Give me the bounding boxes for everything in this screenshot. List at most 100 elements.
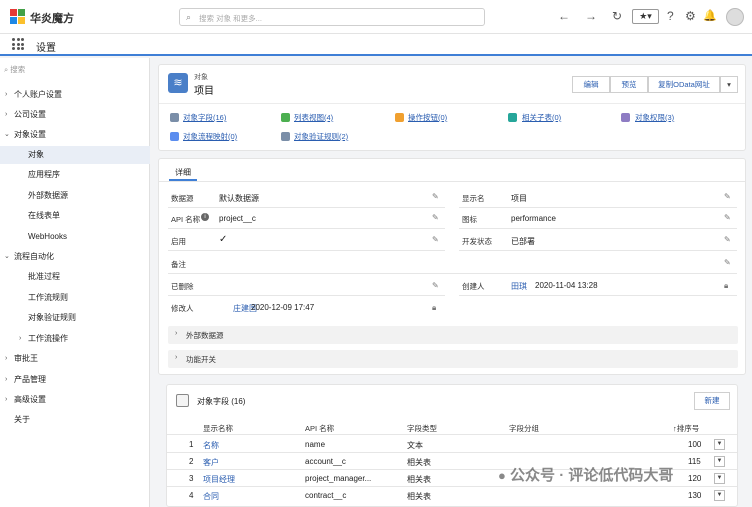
app-logo-icon[interactable] xyxy=(10,9,25,24)
field-label: 图标 xyxy=(462,215,477,224)
sidebar-item-automation[interactable]: ⌄ 流程自动化 xyxy=(0,248,150,266)
chevron-right-icon: › xyxy=(5,91,8,98)
row-actions-dropdown[interactable]: ▼ xyxy=(714,490,725,501)
section-feature-switch[interactable]: › 功能开关 xyxy=(168,350,738,368)
action-button-icon xyxy=(395,113,404,122)
section-external-ds[interactable]: › 外部数据源 xyxy=(168,326,738,344)
dev-status-value: 已部署 xyxy=(511,237,535,246)
field-label: 启用 xyxy=(171,237,186,246)
divider xyxy=(159,181,745,182)
lock-icon: 🔒︎ xyxy=(432,303,437,312)
sidebar-item-validation[interactable]: 对象验证规则 xyxy=(0,309,150,327)
search-placeholder: 搜索 对象 和更多... xyxy=(199,14,262,23)
sidebar-item-company[interactable]: › 公司设置 xyxy=(0,106,150,124)
pencil-icon[interactable]: ✎ xyxy=(724,235,731,244)
column-header[interactable]: 显示名称 xyxy=(203,423,233,434)
favorites-button[interactable]: ★▾ xyxy=(632,9,659,24)
chevron-down-icon: ⌄ xyxy=(4,253,10,260)
sidebar-item-about[interactable]: 关于 xyxy=(0,411,150,429)
created-time: 2020-11-04 13:28 xyxy=(535,281,598,290)
field-name-link[interactable]: 合同 xyxy=(203,491,219,502)
field-label: 已删除 xyxy=(171,282,194,291)
field-name-link[interactable]: 项目经理 xyxy=(203,474,235,485)
app-launcher-icon[interactable] xyxy=(12,38,24,50)
preview-button[interactable]: 预览 xyxy=(610,76,648,93)
forward-icon[interactable]: → xyxy=(585,10,597,22)
edit-button[interactable]: 编辑 xyxy=(572,76,610,93)
copy-odata-button[interactable]: 复制OData网址 xyxy=(648,76,720,93)
column-header[interactable]: 字段分组 xyxy=(509,423,539,434)
field-name-link[interactable]: 名称 xyxy=(203,440,219,451)
object-header-card: ≋ 对象 项目 编辑 预览 复制OData网址 ▾ 对象字段(16) 列表视图(… xyxy=(158,64,746,151)
field-label: API 名称 xyxy=(171,215,201,224)
divider xyxy=(168,295,445,296)
sidebar-item-advanced[interactable]: › 高级设置 xyxy=(0,391,150,409)
pencil-icon[interactable]: ✎ xyxy=(724,213,731,222)
link-object-permissions[interactable]: 对象权限(3) xyxy=(635,112,674,123)
sidebar-item-products[interactable]: › 产品管理 xyxy=(0,371,150,389)
field-label: 创建人 xyxy=(462,282,485,291)
sidebar-item-webhooks[interactable]: WebHooks xyxy=(0,228,150,246)
back-icon[interactable]: ← xyxy=(558,10,570,22)
tab-detail[interactable]: 详细 xyxy=(175,167,191,178)
creator-link[interactable]: 田琪 xyxy=(511,281,527,292)
sidebar-item-forms[interactable]: 在线表单 xyxy=(0,207,150,225)
pencil-icon[interactable]: ✎ xyxy=(724,192,731,201)
permission-icon xyxy=(621,113,630,122)
row-actions-dropdown[interactable]: ▼ xyxy=(714,439,725,450)
divider xyxy=(459,207,737,208)
sidebar-item-approval[interactable]: 批准过程 xyxy=(0,268,150,286)
link-action-buttons[interactable]: 操作按钮(0) xyxy=(408,112,447,123)
chevron-right-icon: › xyxy=(19,335,22,342)
bell-icon[interactable]: 🔔 xyxy=(703,10,717,22)
list-view-icon xyxy=(281,113,290,122)
divider xyxy=(459,228,737,229)
sidebar-item-external-ds[interactable]: 外部数据源 xyxy=(0,187,150,205)
avatar[interactable] xyxy=(726,8,744,26)
refresh-icon[interactable]: ↻ xyxy=(612,10,622,22)
modified-time: 2020-12-09 17:47 xyxy=(251,303,315,312)
sidebar-item-approver[interactable]: › 审批王 xyxy=(0,350,150,368)
setup-sidebar: ⌕ 搜索 › 个人账户设置 › 公司设置 ⌄ 对象设置 对象 应用程序 外部数据源 在… xyxy=(0,58,150,507)
sidebar-item-workflow-actions[interactable]: › 工作流操作 xyxy=(0,330,150,348)
link-object-fields[interactable]: 对象字段(16) xyxy=(183,112,226,123)
sidebar-item-objects[interactable]: 对象 xyxy=(0,146,150,164)
field-name-link[interactable]: 客户 xyxy=(203,457,219,468)
lock-icon: 🔒︎ xyxy=(724,281,729,290)
row-actions-dropdown[interactable]: ▼ xyxy=(714,473,725,484)
top-bar: 华炎魔方 ⌕ 搜索 对象 和更多... ← → ↻ ★▾ ? ⚙ 🔔 xyxy=(0,0,752,34)
column-header[interactable]: API 名称 xyxy=(305,423,334,434)
gear-icon[interactable]: ⚙ xyxy=(685,10,696,22)
watermark: ● 公众号 · 评论低代码大哥 xyxy=(498,467,674,484)
pencil-icon[interactable]: ✎ xyxy=(432,281,439,290)
link-related-tables[interactable]: 相关子表(0) xyxy=(522,112,561,123)
pencil-icon[interactable]: ✎ xyxy=(432,192,439,201)
field-label: 修改人 xyxy=(171,304,194,313)
sidebar-item-personal[interactable]: › 个人账户设置 xyxy=(0,86,150,104)
link-validation-rules[interactable]: 对象验证规则(2) xyxy=(294,131,348,142)
more-actions-button[interactable]: ▾ xyxy=(720,76,738,93)
api-name-value: project__c xyxy=(219,214,256,223)
new-field-button[interactable]: 新建 xyxy=(694,392,730,410)
sidebar-item-object-settings[interactable]: ⌄ 对象设置 xyxy=(0,126,150,144)
row-actions-dropdown[interactable]: ▼ xyxy=(714,456,725,467)
sidebar-item-apps[interactable]: 应用程序 xyxy=(0,166,150,184)
wechat-icon: ● xyxy=(498,468,506,483)
info-icon[interactable]: i xyxy=(201,213,209,221)
link-list-views[interactable]: 列表视图(4) xyxy=(294,112,333,123)
pencil-icon[interactable]: ✎ xyxy=(432,235,439,244)
field-label: 数据源 xyxy=(171,194,194,203)
field-label: 显示名 xyxy=(462,194,485,203)
pencil-icon[interactable]: ✎ xyxy=(432,213,439,222)
help-icon[interactable]: ? xyxy=(667,10,674,22)
global-search-input[interactable]: ⌕ 搜索 对象 和更多... xyxy=(179,8,485,26)
sidebar-item-workflow-rules[interactable]: 工作流规则 xyxy=(0,289,150,307)
divider xyxy=(168,273,737,274)
link-flow-mappings[interactable]: 对象流程映射(0) xyxy=(183,131,237,142)
column-header[interactable]: ↑排序号 xyxy=(673,423,699,434)
chevron-down-icon: ▾ xyxy=(727,80,731,89)
column-header[interactable]: 字段类型 xyxy=(407,423,437,434)
pencil-icon[interactable]: ✎ xyxy=(724,258,731,267)
sidebar-search-input[interactable]: ⌕ 搜索 xyxy=(4,64,25,75)
chevron-right-icon: › xyxy=(175,354,178,361)
